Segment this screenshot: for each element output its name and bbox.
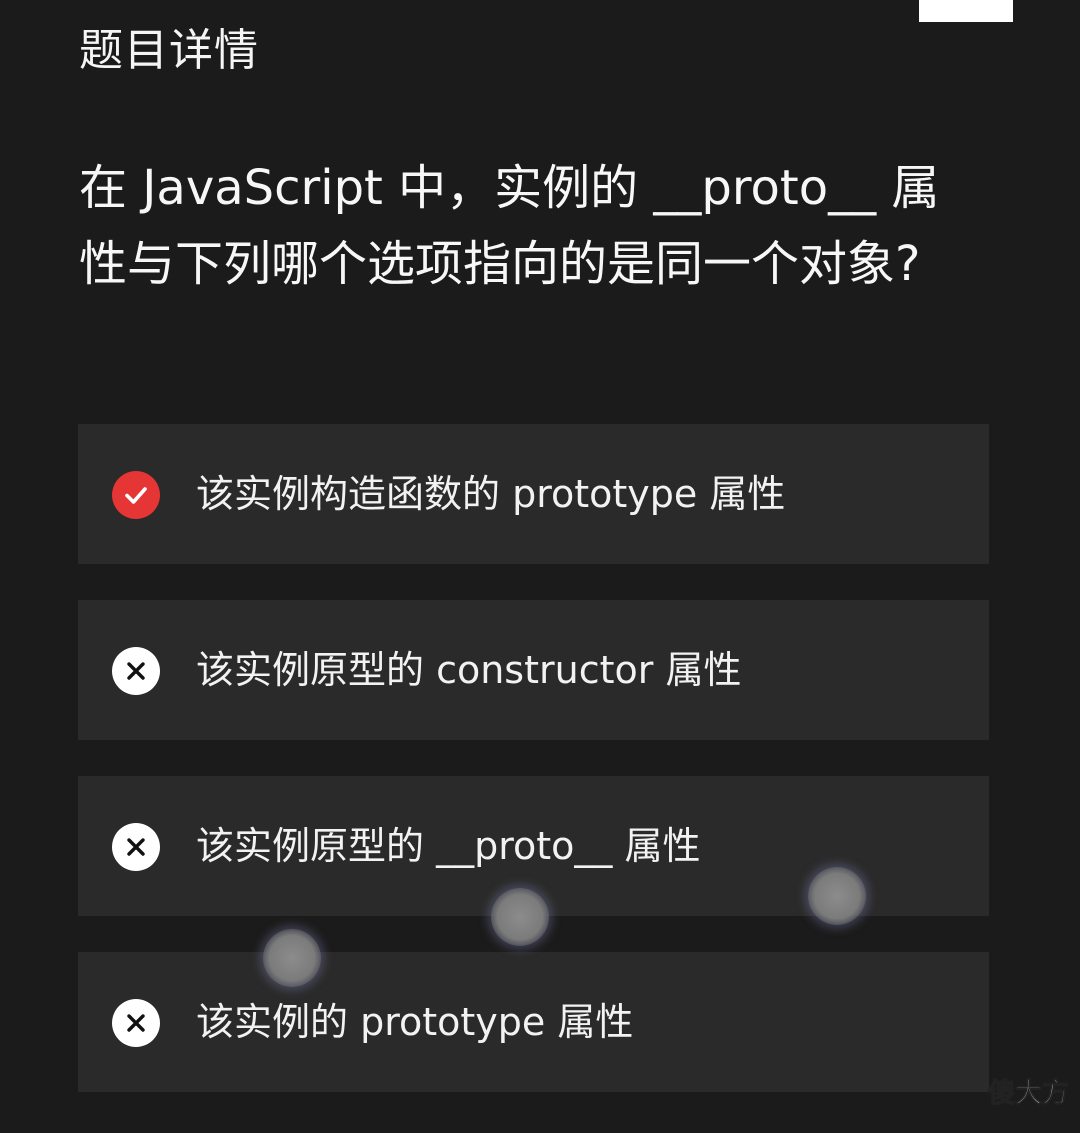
- option-b[interactable]: 该实例原型的 constructor 属性: [78, 600, 989, 740]
- option-d[interactable]: 该实例的 prototype 属性: [78, 952, 989, 1092]
- option-label: 该实例原型的 __proto__ 属性: [196, 824, 701, 868]
- option-label: 该实例构造函数的 prototype 属性: [196, 472, 786, 516]
- touch-indicator: [263, 929, 321, 987]
- page-title: 题目详情: [79, 25, 259, 76]
- option-label: 该实例原型的 constructor 属性: [196, 648, 742, 692]
- options-list: 该实例构造函数的 prototype 属性 该实例原型的 constructor…: [78, 424, 989, 1128]
- touch-indicator: [491, 888, 549, 946]
- cross-icon: [112, 999, 160, 1047]
- watermark-logo: 傻大方: [988, 1078, 1070, 1110]
- option-a[interactable]: 该实例构造函数的 prototype 属性: [78, 424, 989, 564]
- top-corner-block: [919, 0, 1013, 22]
- touch-indicator: [808, 867, 866, 925]
- cross-icon: [112, 823, 160, 871]
- option-label: 该实例的 prototype 属性: [196, 1000, 634, 1044]
- question-text: 在 JavaScript 中，实例的 __proto__ 属性与下列哪个选项指向…: [79, 160, 940, 292]
- cross-icon: [112, 647, 160, 695]
- check-icon: [112, 471, 160, 519]
